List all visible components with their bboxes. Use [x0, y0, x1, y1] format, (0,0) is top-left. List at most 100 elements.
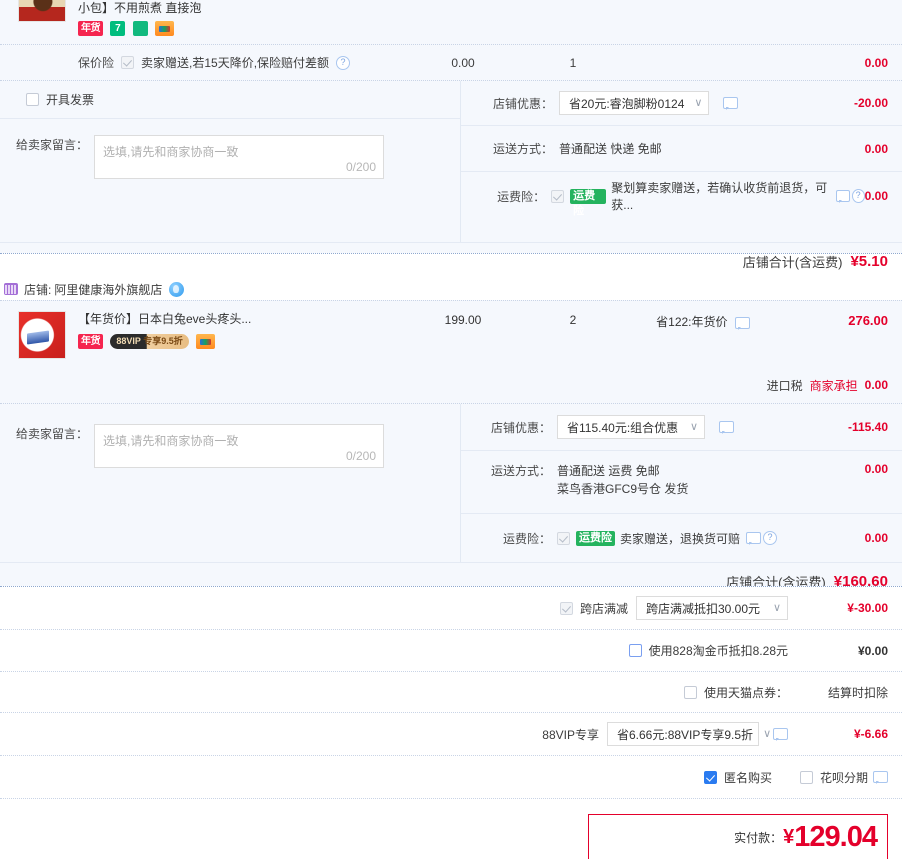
store-prefix: 店铺:: [24, 282, 52, 297]
store-name[interactable]: 阿里健康海外旗舰店: [54, 281, 162, 298]
product-unit-price: [408, 0, 518, 44]
shipping-method-value[interactable]: 普通配送 运费 免邮: [557, 462, 688, 480]
shipping-insurance-label: 运费险：: [497, 189, 546, 204]
wangwang-chat-icon[interactable]: [169, 281, 185, 297]
chat-bubble-icon[interactable]: [734, 316, 750, 330]
product-quantity: [518, 0, 628, 44]
chat-bubble-icon[interactable]: [835, 190, 850, 203]
price-guarantee-checkbox[interactable]: [121, 56, 135, 69]
shipping-insurance-amount: 0.00: [864, 531, 888, 545]
chat-bubble-icon[interactable]: [773, 728, 788, 741]
store-header-2: 店铺: 阿里健康海外旗舰店: [0, 278, 902, 300]
store2-detail-block: 给卖家留言： 选填,请先和商家协商一致 0/200 店铺优惠： 省115.40元…: [0, 403, 902, 562]
shop-discount-value: 省115.40元:组合优惠: [567, 420, 679, 435]
chat-bubble-icon[interactable]: [746, 532, 762, 545]
product-promo-text: 省122:年货价: [656, 315, 728, 329]
help-icon[interactable]: ?: [763, 531, 778, 545]
chevron-down-icon: ∨: [689, 420, 698, 433]
vip88-select[interactable]: 省6.66元:88VIP专享9.5折 ∨: [607, 722, 771, 746]
product-thumbnail[interactable]: [18, 0, 66, 22]
price-guarantee-price: 0.00: [451, 55, 475, 70]
shipping-method-label: 运送方式：: [492, 142, 553, 156]
seller-message-counter: 0/200: [345, 449, 376, 463]
tag-newyear-icon: 年货: [78, 334, 103, 350]
anonymous-purchase-checkbox[interactable]: [703, 770, 717, 784]
shop-discount-row-1: 店铺优惠： 省20元:睿泡脚粉0124 ∨ -20.00: [461, 81, 902, 125]
invoice-row: 开具发票: [0, 81, 460, 118]
invoice-label[interactable]: 开具发票: [46, 91, 94, 108]
product-quantity: 2: [569, 313, 577, 327]
section-divider: [0, 253, 902, 254]
chevron-down-icon: ∨: [694, 96, 703, 109]
seller-message-placeholder: 选填,请先和商家协商一致: [103, 434, 239, 448]
cross-store-discount-amount: ¥-30.00: [847, 601, 888, 615]
store2-body: 【年货价】日本白兔eve头疼头... 年货 88VIP 专享9.5折 199.0…: [0, 300, 902, 600]
import-tax-amount: 0.00: [864, 378, 888, 392]
product-subtotal: [778, 0, 902, 44]
product-thumbnail-cell: [0, 311, 78, 367]
vip88-value: 省6.66元:88VIP专享9.5折: [617, 727, 754, 742]
total-currency: ¥: [783, 825, 795, 848]
tmall-points-checkbox[interactable]: [683, 685, 697, 699]
tao-coin-amount: ¥0.00: [857, 643, 888, 658]
anonymous-purchase-label[interactable]: 匿名购买: [724, 769, 772, 786]
huabei-installment-label[interactable]: 花呗分期: [820, 769, 868, 786]
tmall-points-row: 使用天猫点券： 结算时扣除: [0, 671, 902, 712]
total-label: 实付款：: [734, 830, 783, 845]
product-title-cell: 小包】不用煎煮 直接泡 年货 7: [78, 0, 408, 44]
help-icon[interactable]: ?: [851, 189, 865, 203]
seller-message-input[interactable]: 选填,请先和商家协商一致 0/200: [94, 424, 384, 468]
shipping-method-value[interactable]: 普通配送 快递 免邮: [559, 140, 662, 157]
global-discount-section: 跨店满减 跨店满减抵扣30.00元 ∨ ¥-30.00 使用828淘金币抵扣8.…: [0, 586, 902, 799]
store-section-1: 小包】不用煎煮 直接泡 年货 7 保价险 卖家赠送,若15天降价,保险赔付差额 …: [0, 0, 902, 270]
checkout-page: 小包】不用煎煮 直接泡 年货 7 保价险 卖家赠送,若15天降价,保险赔付差额 …: [0, 0, 902, 859]
product-thumbnail-cell: [0, 0, 78, 44]
tao-coin-label: 使用828淘金币抵扣8.28元: [648, 644, 788, 658]
product-tag-list: 年货 7: [78, 21, 408, 37]
product-unit-price: 199.00: [444, 313, 482, 327]
shipping-insurance-amount: 0.00: [864, 189, 888, 203]
vip88-amount: ¥-6.66: [853, 727, 888, 741]
shop-discount-select[interactable]: 省20元:睿泡脚粉0124 ∨: [559, 91, 709, 115]
shipping-method-amount: 0.00: [864, 141, 888, 156]
store-section-2: 店铺: 阿里健康海外旗舰店 【年货价】日本白兔eve头疼头... 年货 88VI…: [0, 278, 902, 600]
store-icon: [4, 283, 18, 295]
huabei-installment-checkbox[interactable]: [799, 770, 813, 784]
product-promo: [628, 0, 778, 44]
shop-discount-select[interactable]: 省115.40元:组合优惠 ∨: [557, 415, 705, 439]
footer-toggle-row: 匿名购买 花呗分期: [0, 755, 902, 798]
shipping-insurance-badge: 运费险: [576, 530, 615, 546]
import-tax-label: 进口税: [766, 378, 803, 393]
shipping-insurance-checkbox[interactable]: [551, 189, 565, 203]
shipping-method-row-2: 运送方式： 普通配送 运费 免邮 菜鸟香港GFC9号仓 发货 0.00: [461, 450, 902, 513]
product-title[interactable]: 【年货价】日本白兔eve头疼头...: [78, 311, 408, 327]
product-title-cell: 【年货价】日本白兔eve头疼头... 年货 88VIP 专享9.5折: [78, 311, 408, 367]
import-tax-payer: 商家承担: [809, 378, 858, 393]
shop-discount-value: 省20元:睿泡脚粉0124: [569, 96, 685, 111]
seller-message-placeholder: 选填,请先和商家协商一致: [103, 145, 239, 159]
shipping-insurance-checkbox[interactable]: [557, 531, 570, 545]
seller-message-counter: 0/200: [345, 160, 376, 174]
shop-discount-label: 店铺优惠：: [492, 96, 553, 111]
product-thumbnail[interactable]: [18, 311, 66, 359]
help-icon[interactable]: ?: [336, 55, 351, 70]
seller-message-row: 给卖家留言： 选填,请先和商家协商一致 0/200: [0, 118, 460, 242]
chat-bubble-icon[interactable]: [873, 771, 888, 784]
price-guarantee-amount: 0.00: [864, 55, 888, 70]
shipping-insurance-row-1: 运费险： 运费险 聚划算卖家赠送，若确认收货前退货，可获... ? 0.00: [461, 171, 902, 220]
product-title-tail[interactable]: 小包】不用煎煮 直接泡: [78, 0, 408, 16]
price-guarantee-row: 保价险 卖家赠送,若15天降价,保险赔付差额 ? 0.00 1 0.00: [0, 44, 902, 80]
chat-bubble-icon[interactable]: [719, 421, 734, 434]
cross-store-discount-checkbox[interactable]: [559, 601, 573, 615]
price-guarantee-qty: 1: [569, 55, 577, 70]
total-value: 129.04: [794, 820, 878, 853]
chevron-down-icon: ∨: [772, 601, 781, 614]
order-item-row: 小包】不用煎煮 直接泡 年货 7: [0, 0, 902, 44]
cross-store-discount-select[interactable]: 跨店满减抵扣30.00元 ∨: [636, 596, 788, 620]
tao-coin-checkbox[interactable]: [628, 644, 642, 657]
chat-bubble-icon[interactable]: [723, 97, 738, 110]
invoice-checkbox[interactable]: [26, 93, 39, 106]
tag-credit-card-icon: [196, 334, 216, 350]
store1-detail-block: 开具发票 给卖家留言： 选填,请先和商家协商一致 0/200 店铺优惠： 省20…: [0, 80, 902, 242]
seller-message-input[interactable]: 选填,请先和商家协商一致 0/200: [94, 135, 384, 179]
